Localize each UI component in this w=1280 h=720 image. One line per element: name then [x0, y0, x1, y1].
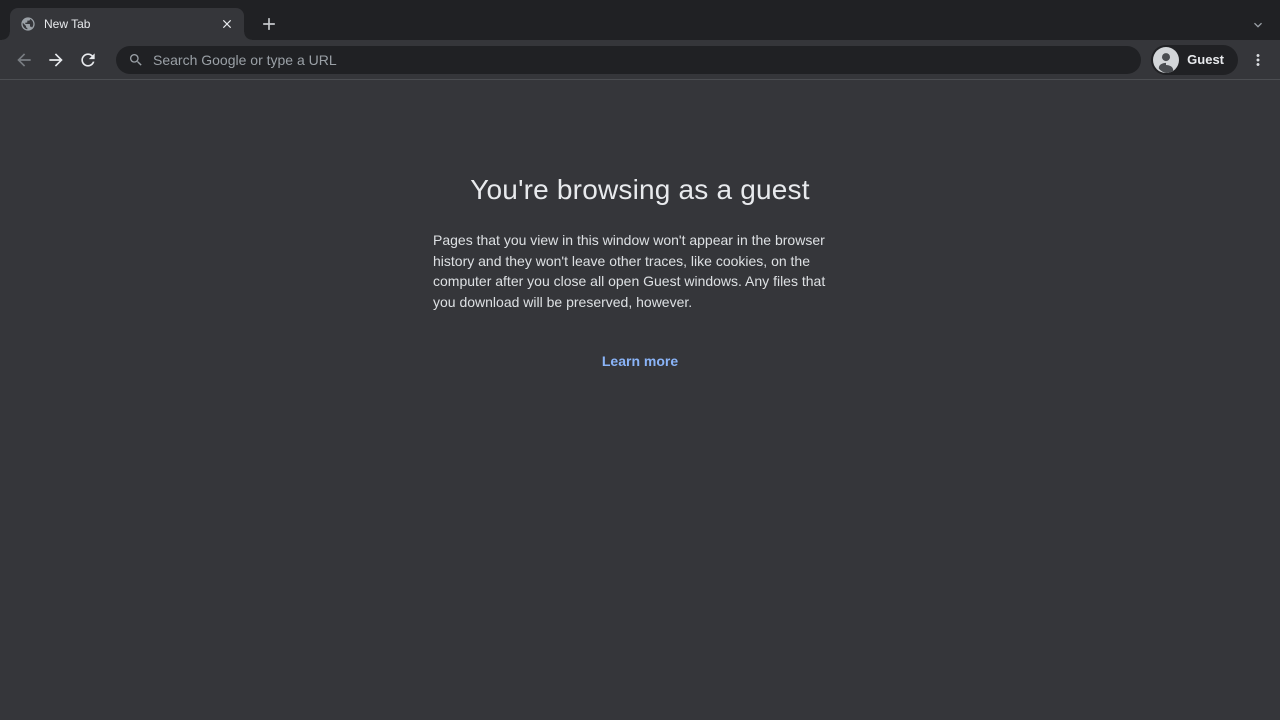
browser-menu-button[interactable] — [1244, 46, 1272, 74]
tab-strip: New Tab — [0, 0, 1280, 40]
new-tab-button[interactable] — [257, 12, 281, 36]
address-input[interactable] — [153, 52, 1129, 68]
reload-button[interactable] — [74, 46, 102, 74]
tab-new-tab[interactable]: New Tab — [10, 8, 244, 40]
omnibox[interactable] — [116, 46, 1141, 74]
guest-description: Pages that you view in this window won't… — [433, 230, 847, 312]
globe-icon — [20, 16, 36, 32]
tab-close-button[interactable] — [218, 15, 236, 33]
forward-button[interactable] — [42, 46, 70, 74]
page-title: You're browsing as a guest — [470, 174, 810, 206]
guest-avatar-icon — [1153, 47, 1179, 73]
learn-more-link[interactable]: Learn more — [602, 353, 678, 369]
browser-toolbar: Guest — [0, 40, 1280, 80]
chevron-down-icon — [1250, 17, 1266, 33]
guest-profile-label: Guest — [1187, 52, 1224, 67]
plus-icon — [259, 14, 279, 34]
search-icon — [128, 52, 144, 68]
guest-ntp-page: You're browsing as a guest Pages that yo… — [0, 80, 1280, 720]
browser-window: New Tab — [0, 0, 1280, 720]
reload-icon — [78, 50, 98, 70]
guest-profile-button[interactable]: Guest — [1151, 45, 1238, 75]
close-icon — [220, 17, 234, 31]
forward-arrow-icon — [46, 50, 66, 70]
back-arrow-icon — [14, 50, 34, 70]
three-dot-menu-icon — [1249, 51, 1267, 69]
back-button[interactable] — [10, 46, 38, 74]
tab-overview-button[interactable] — [1249, 16, 1267, 34]
tab-title: New Tab — [44, 17, 218, 31]
